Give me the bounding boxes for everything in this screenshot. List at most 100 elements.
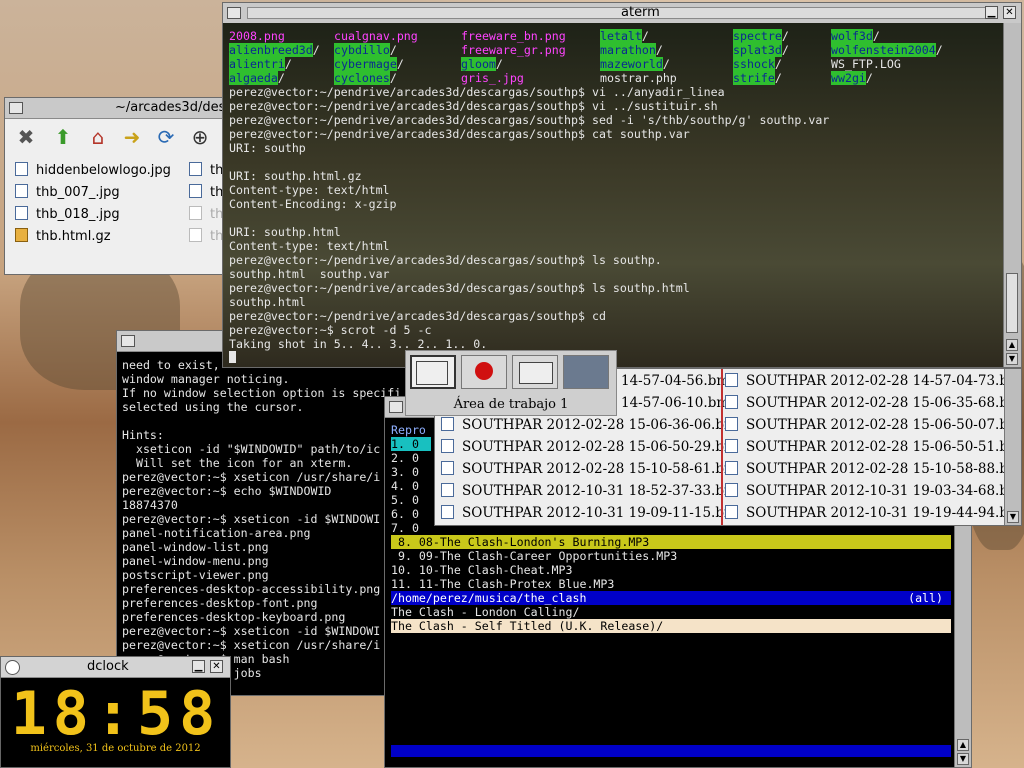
ls-entry[interactable]: freeware_bn.png [461, 29, 566, 43]
file-item[interactable]: thb_007_.jpg [15, 184, 120, 200]
ls-entry[interactable]: cyclones/ [334, 71, 397, 85]
ls-entry[interactable]: gloom/ [461, 57, 503, 71]
workspace-pager[interactable]: Área de trabajo 1 [405, 350, 617, 416]
file-item[interactable]: th [189, 228, 223, 244]
scroll-down-icon[interactable]: ▼ [957, 753, 969, 765]
scroll-down-icon[interactable]: ▼ [1006, 353, 1018, 365]
file-item[interactable]: th [189, 206, 223, 222]
ls-entry[interactable]: splat3d/ [733, 43, 789, 57]
playlist-number[interactable]: 7. 0 [391, 521, 431, 535]
scroll-down-icon[interactable]: ▼ [1007, 511, 1019, 523]
scroll-up-icon[interactable]: ▲ [957, 739, 969, 751]
go-forward-icon[interactable]: ➜ [119, 124, 145, 150]
file-icon [725, 395, 738, 409]
bmp-file-item[interactable]: SOUTHPAR 2012-02-28 15-06-36-06.bm [441, 417, 737, 433]
ls-entry[interactable]: wolf3d/ [831, 29, 880, 43]
bmp-file-item[interactable]: SOUTHPAR 2012-02-28 15-10-58-61.bm [441, 461, 737, 477]
bmp-file-item[interactable]: SOUTHPAR 2012-10-31 18-52-37-33.bm [441, 483, 737, 499]
zoom-icon[interactable]: ⊕ [187, 124, 213, 150]
window-menu-icon[interactable] [227, 7, 241, 19]
ls-entry[interactable]: alienbreed3d/ [229, 43, 320, 57]
playlist-track[interactable]: 10. 10-The Clash-Cheat.MP3 [391, 563, 951, 577]
bmp-file-item[interactable]: SOUTHPAR 2012-02-28 15-06-50-51.bm [725, 439, 1021, 455]
xterm-output[interactable]: need to exist, window manager noticing. I… [122, 358, 401, 694]
window-menu-icon[interactable] [9, 102, 23, 114]
ls-entry[interactable]: cualgnav.png [334, 29, 418, 43]
playlist-number[interactable]: 6. 0 [391, 507, 431, 521]
playlist-number[interactable]: 5. 0 [391, 493, 431, 507]
terminal-line: xseticon -id "$WINDOWID" path/to/ic [122, 442, 381, 456]
minimize-button[interactable]: ▁ [192, 660, 205, 673]
bmp-file-item[interactable]: SOUTHPAR 2012-10-31 19-09-11-15.bm [441, 505, 737, 521]
bmp-file-item[interactable]: 14-57-06-10.bm [621, 395, 729, 411]
ls-entry[interactable]: alientri/ [229, 57, 292, 71]
playlist-track[interactable]: 11. 11-The Clash-Protex Blue.MP3 [391, 577, 951, 591]
playlist-number[interactable]: 4. 0 [391, 479, 431, 493]
xterm-window[interactable]: need to exist, window manager noticing. I… [116, 330, 416, 696]
up-arrow-icon[interactable]: ⬆ [50, 124, 76, 150]
file-item[interactable]: th [189, 162, 223, 178]
cancel-icon[interactable]: ✖ [13, 124, 39, 150]
dclock-window[interactable]: dclock ▁ ✕ 18:58 miércoles, 31 de octubr… [0, 656, 231, 768]
ls-entry[interactable]: marathon/ [600, 43, 663, 57]
bmp-file-item[interactable]: SOUTHPAR 2012-10-31 19-19-44-94.bm [725, 505, 1021, 521]
directory-entry[interactable]: The Clash - Self Titled (U.K. Release)/ [391, 619, 951, 633]
file-manager-titlebar[interactable]: ~/arcades3d/des [5, 98, 225, 119]
pager-desk-1[interactable] [410, 355, 456, 389]
minimize-button[interactable]: ▁ [985, 6, 998, 19]
bmp-file-item[interactable]: SOUTHPAR 2012-02-28 15-06-50-29.bm [441, 439, 737, 455]
playlist-track[interactable]: 9. 09-The Clash-Career Opportunities.MP3 [391, 549, 951, 563]
dclock-titlebar[interactable]: dclock ▁ ✕ [1, 657, 230, 678]
ls-entry[interactable]: strife/ [733, 71, 782, 85]
ls-entry[interactable]: cybdillo/ [334, 43, 397, 57]
ls-entry[interactable]: algaeda/ [229, 71, 285, 85]
ls-entry[interactable]: 2008.png [229, 29, 285, 43]
scroll-thumb[interactable] [1006, 273, 1018, 333]
scroll-up-icon[interactable]: ▲ [1006, 339, 1018, 351]
bmp-file-item[interactable]: 14-57-04-56.bm [621, 373, 729, 389]
directory-entry[interactable]: The Clash - London Calling/ [391, 605, 951, 619]
bmp-file-item[interactable]: SOUTHPAR 2012-02-28 14-57-04-73.bm [725, 373, 1021, 389]
playlist-track[interactable]: 8. 08-The Clash-London's Burning.MP3 [391, 535, 951, 549]
ls-entry[interactable]: ww2gi/ [831, 71, 873, 85]
ls-entry[interactable]: sshock/ [733, 57, 782, 71]
ls-entry[interactable]: mostrar.php [600, 71, 677, 85]
playlist-number[interactable]: 2. 0 [391, 451, 431, 465]
ls-entry[interactable]: wolfenstein2004/ [831, 43, 943, 57]
file-item[interactable]: thb_018_.jpg [15, 206, 120, 222]
bmp-file-item[interactable]: SOUTHPAR 2012-02-28 15-06-35-68.bm [725, 395, 1021, 411]
home-icon[interactable]: ⌂ [85, 124, 111, 150]
close-button[interactable]: ✕ [210, 660, 223, 673]
ls-entry[interactable]: cybermage/ [334, 57, 404, 71]
ls-entry[interactable]: spectre/ [733, 29, 789, 43]
file-item[interactable]: th [189, 184, 223, 200]
ls-entry[interactable]: mazeworld/ [600, 57, 670, 71]
bmp-file-item[interactable]: SOUTHPAR 2012-10-31 19-03-34-68.bm [725, 483, 1021, 499]
bmp-file-item[interactable]: SOUTHPAR 2012-02-28 15-10-58-88.bm [725, 461, 1021, 477]
aterm-window[interactable]: aterm ▁ ✕ 2008.png cualgnav.png freeware_b… [222, 2, 1022, 368]
pager-desk-3[interactable] [512, 355, 558, 389]
ls-entry[interactable]: letalt/ [600, 29, 649, 43]
aterm-output[interactable]: perez@vector:~/pendrive/arcades3d/descar… [229, 85, 829, 365]
ls-entry[interactable]: WS_FTP.LOG [831, 57, 901, 71]
refresh-icon[interactable]: ⟳ [153, 124, 179, 150]
terminal-line: perez@vector:~$ xseticon /usr/share/i [122, 470, 381, 484]
playlist-number[interactable]: 3. 0 [391, 465, 431, 479]
file-manager-window[interactable]: ~/arcades3d/des ✖ ⬆ ⌂ ➜ ⟳ ⊕ hiddenbelowl… [4, 97, 226, 275]
file-item[interactable]: thb.html.gz [15, 228, 111, 244]
pager-desk-2[interactable] [461, 355, 507, 389]
file-item[interactable]: hiddenbelowlogo.jpg [15, 162, 171, 178]
terminal-line: panel-notification-area.png [122, 526, 311, 540]
pager-desk-4[interactable] [563, 355, 609, 389]
bmp-file-item[interactable]: SOUTHPAR 2012-02-28 15-06-50-07.bm [725, 417, 1021, 433]
window-menu-icon[interactable] [121, 335, 135, 347]
aterm-titlebar[interactable]: aterm ▁ ✕ [223, 3, 1021, 24]
file-icon [15, 206, 28, 220]
ls-entry[interactable]: gris_.jpg [461, 71, 524, 85]
playlist-number[interactable]: 1. 0 [391, 437, 431, 451]
pager-label: Área de trabajo 1 [453, 397, 569, 412]
file-list-scrollbar[interactable]: ▼ [1004, 369, 1021, 525]
aterm-scrollbar[interactable]: ▲ ▼ [1003, 23, 1021, 367]
ls-entry[interactable]: freeware_gr.png [461, 43, 566, 57]
close-button[interactable]: ✕ [1003, 6, 1016, 19]
